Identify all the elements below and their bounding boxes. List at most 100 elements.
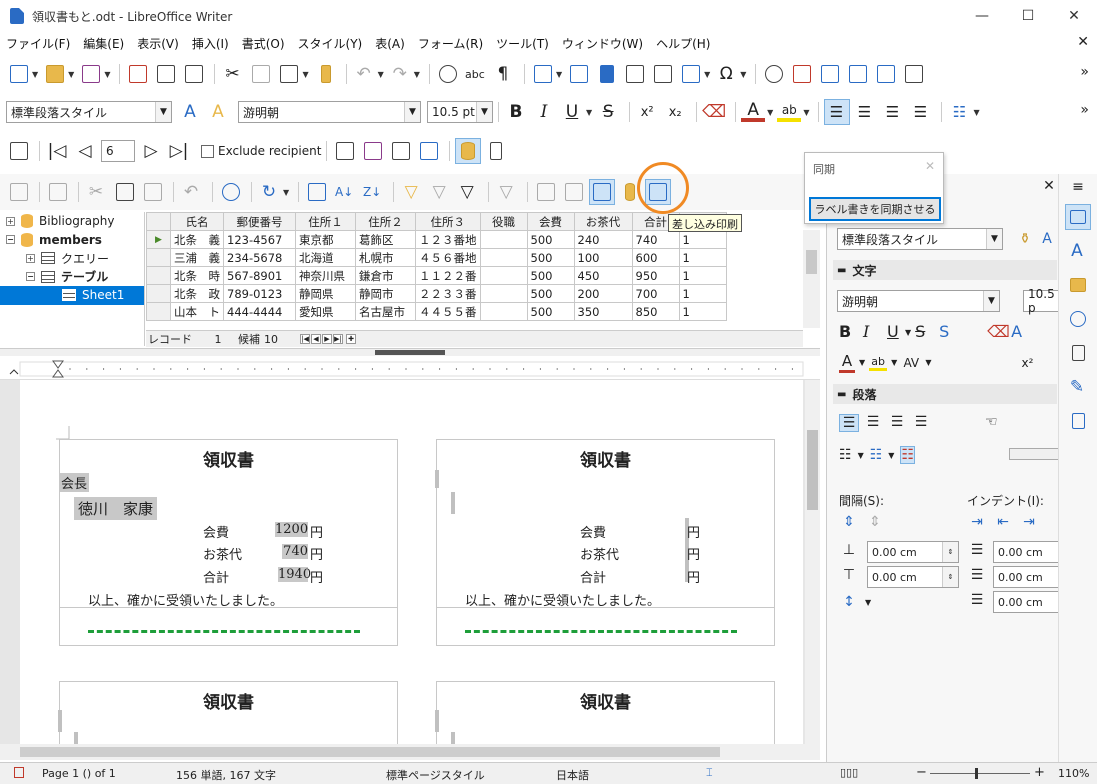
reset-filter-button[interactable]: ▽ <box>494 179 520 205</box>
line-spacing-icon[interactable]: ↕ <box>839 592 859 612</box>
justify-button[interactable]: ☰ <box>908 99 934 125</box>
find-replace-button[interactable] <box>435 61 461 87</box>
zoom-out-button[interactable]: − <box>916 765 927 780</box>
insert-special-character-button[interactable]: Ω <box>714 61 740 87</box>
previous-record-button[interactable]: ◁ <box>73 138 99 164</box>
sort-ascending-button[interactable]: A↓ <box>332 179 358 205</box>
edit-document-button[interactable] <box>332 138 358 164</box>
exclude-recipient-checkbox[interactable] <box>201 144 214 158</box>
print-merged-button[interactable] <box>388 138 414 164</box>
font-name-combo[interactable]: 游明朝 ▼ <box>238 101 421 123</box>
scrollbar-thumb[interactable] <box>20 747 720 757</box>
sidebar-paragraph-style-combo[interactable]: 標準段落スタイル ▼ <box>837 228 1003 250</box>
chevron-down-icon[interactable]: ▼ <box>155 102 171 122</box>
update-style-button[interactable]: A <box>178 99 204 125</box>
insert-table-button[interactable] <box>530 61 556 87</box>
fee-value-field[interactable]: 1200 <box>275 522 308 537</box>
next-record-nav[interactable]: ▶ <box>322 334 332 344</box>
sidebar-font-color-button[interactable]: A <box>839 352 855 373</box>
ds-copy-button[interactable] <box>112 179 138 205</box>
menu-edit[interactable]: 編集(E) <box>83 35 124 52</box>
increase-spacing-icon[interactable]: ⇕ <box>839 512 859 532</box>
italic-button[interactable]: I <box>532 99 558 125</box>
menu-help[interactable]: ヘルプ(H) <box>656 35 710 52</box>
navigator-deck-tab[interactable] <box>1065 306 1091 332</box>
ds-cut-button[interactable]: ✂ <box>84 179 110 205</box>
save-merged-button[interactable] <box>360 138 386 164</box>
copy-button[interactable] <box>248 61 274 87</box>
splitter-handle[interactable] <box>375 350 445 355</box>
refresh-button[interactable]: ↻ <box>257 179 283 205</box>
sidebar-spacing-button[interactable]: AV <box>901 356 921 370</box>
insert-textbox-button[interactable] <box>622 61 648 87</box>
manage-changes-deck-tab[interactable] <box>1065 408 1091 434</box>
receipt-label-3[interactable]: 領収書 <box>58 681 398 744</box>
highlight-color-button[interactable]: ab <box>777 99 803 125</box>
toggle-panel-button[interactable] <box>483 138 509 164</box>
sidebar-align-right-button[interactable]: ☰ <box>887 414 907 432</box>
first-line-indent-input[interactable]: 0.00 cm <box>993 591 1059 613</box>
column-header[interactable]: お茶代 <box>573 212 633 231</box>
paste-button[interactable] <box>276 61 302 87</box>
view-layout-icon[interactable]: ▯▯▯ <box>840 766 858 779</box>
sidebar-strikethrough-button[interactable]: S <box>915 322 935 341</box>
zoom-in-button[interactable]: + <box>1034 765 1045 780</box>
ds-paste-button[interactable] <box>140 179 166 205</box>
column-header[interactable]: 役職 <box>479 212 528 231</box>
position-title-field[interactable]: 会長 <box>59 473 90 492</box>
after-text-indent-input[interactable]: 0.00 cm <box>993 566 1059 588</box>
spelling-button[interactable]: abc <box>463 61 489 87</box>
document-horizontal-scrollbar[interactable] <box>0 744 820 760</box>
tea-value-field[interactable]: 740 <box>282 544 308 559</box>
superscript-button[interactable]: x² <box>635 99 661 125</box>
subscript-button[interactable]: x₂ <box>663 99 689 125</box>
save-record-button[interactable] <box>6 179 32 205</box>
apply-filter-button[interactable]: ▽ <box>427 179 453 205</box>
zoom-slider-thumb[interactable] <box>975 768 978 779</box>
tree-item-bibliography[interactable]: + Bibliography <box>0 212 144 231</box>
new-style-button[interactable]: A <box>206 99 232 125</box>
new-document-button[interactable] <box>6 61 32 87</box>
hanging-indent-icon[interactable]: ⇥ <box>1019 512 1039 532</box>
insert-endnote-button[interactable] <box>817 61 843 87</box>
paragraph-section-header[interactable]: ▬ 段落 <box>833 384 1057 404</box>
column-header[interactable]: 住所２ <box>355 212 416 231</box>
insert-footnote-button[interactable] <box>789 61 815 87</box>
column-header[interactable]: 住所３ <box>415 212 481 231</box>
bold-button[interactable]: B <box>504 99 530 125</box>
spinner-icon[interactable]: ⇕ <box>942 567 958 587</box>
prev-record-nav[interactable]: ◀ <box>311 334 321 344</box>
scrollbar-thumb[interactable] <box>806 250 817 274</box>
column-header[interactable]: 郵便番号 <box>223 212 296 231</box>
insert-field-button[interactable] <box>678 61 704 87</box>
insert-cross-reference-button[interactable] <box>873 61 899 87</box>
standard-filter-button[interactable]: ▽ <box>455 179 481 205</box>
minimize-button[interactable]: — <box>959 0 1005 32</box>
open-button[interactable] <box>42 61 68 87</box>
current-record[interactable]: 1 <box>198 333 238 346</box>
position-title-field[interactable] <box>435 470 439 488</box>
font-size-combo[interactable]: 10.5 pt ▼ <box>427 101 493 123</box>
sidebar-background-color[interactable] <box>1009 448 1059 460</box>
font-color-button[interactable]: A <box>741 99 767 125</box>
autofilter-button[interactable]: ▽ <box>399 179 425 205</box>
sidebar-italic-button[interactable]: I <box>863 322 883 341</box>
sidebar-align-left-button[interactable]: ☰ <box>839 414 859 432</box>
table-row[interactable]: 北条 時 567-8901 神奈川県 鎌倉市 １１２２番 500 450 950 1 <box>146 266 727 285</box>
redo-button[interactable]: ↷ <box>388 61 414 87</box>
tree-item-tables[interactable]: − テーブル <box>0 268 144 287</box>
sidebar-bullets-button[interactable]: ☷ <box>839 447 852 463</box>
page-deck-tab[interactable] <box>1065 340 1091 366</box>
sidebar-paint-icon[interactable]: ☜ <box>985 414 1001 432</box>
menu-view[interactable]: 表示(V) <box>137 35 179 52</box>
collapse-icon[interactable]: − <box>6 235 15 245</box>
new-style-icon[interactable]: A <box>1037 229 1057 249</box>
before-text-indent-input[interactable]: 0.00 cm <box>993 541 1059 563</box>
insert-bookmark-button[interactable] <box>845 61 871 87</box>
style-inspector-deck-tab[interactable]: ✎ <box>1065 374 1091 400</box>
sort-descending-button[interactable]: Z↓ <box>360 179 386 205</box>
first-record-nav[interactable]: |◀ <box>300 334 310 344</box>
chevron-down-icon[interactable]: ▼ <box>404 102 420 122</box>
receipt-label-4[interactable]: 領収書 <box>435 681 775 744</box>
collapse-icon[interactable]: − <box>26 272 35 282</box>
